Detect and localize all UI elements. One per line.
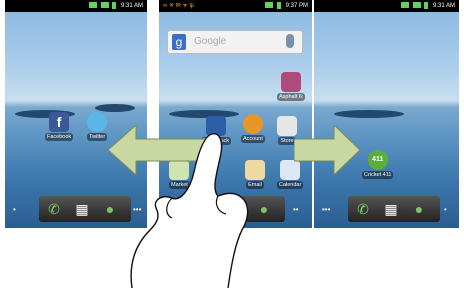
page-indicator: •• [293, 205, 299, 214]
asphalt-game-icon [281, 72, 302, 92]
google-search-widget[interactable]: g Google [167, 30, 303, 54]
app-label: Asphalt 6: [277, 93, 306, 101]
microphone-icon[interactable] [286, 34, 294, 48]
wifi-icon [88, 2, 97, 9]
browser-globe-icon[interactable]: ● [101, 200, 119, 218]
search-placeholder: Google [194, 36, 227, 47]
status-time: 9:31 AM [120, 3, 143, 9]
battery-icon [276, 1, 281, 9]
island-shape [95, 104, 135, 112]
phone-icon[interactable]: ✆ [45, 200, 63, 218]
facebook-icon: f [49, 112, 70, 132]
app-label: Facebook [45, 133, 74, 141]
wifi-icon [400, 2, 409, 9]
status-time: 9:37 PM [285, 3, 308, 9]
app-drawer-icon[interactable]: ▦ [382, 200, 400, 218]
page-indicator: • [444, 205, 447, 214]
app-label: Calendar [277, 181, 304, 189]
swiping-hand-illustration [130, 133, 249, 288]
signal-icon [100, 2, 109, 9]
cricket-411-app[interactable]: 411 Cricket 411 [362, 150, 394, 179]
signal-icon [265, 2, 274, 9]
status-bar: 9:31 AM [314, 0, 459, 12]
right-home-screen: 9:31 AM 411 Cricket 411 ••• ✆ ▦ ● • [314, 0, 459, 228]
phone-icon[interactable]: ✆ [354, 200, 372, 218]
status-time: 9:31 AM [432, 3, 455, 9]
twitter-app[interactable]: Twitter [87, 112, 108, 141]
swipe-right-arrow [294, 125, 360, 175]
cricket-411-icon: 411 [367, 150, 388, 170]
battery-icon [112, 1, 117, 9]
app-label: Cricket 411 [362, 171, 394, 179]
app-label: Twitter [87, 133, 108, 141]
page-indicator: ••• [322, 205, 331, 214]
facebook-app[interactable]: f Facebook [45, 112, 74, 141]
twitter-bird-icon [87, 112, 108, 132]
signal-icon [412, 2, 421, 9]
status-bar: ∞ ✕ ✉ ᯤ ψ 9:37 PM [159, 0, 312, 12]
app-drawer-icon[interactable]: ▦ [73, 200, 91, 218]
page-indicator: • [13, 205, 16, 214]
island-shape [334, 110, 404, 118]
app-label: Store [278, 137, 296, 145]
google-g-icon: g [172, 34, 186, 50]
browser-globe-icon[interactable]: ● [410, 200, 428, 218]
asphalt-app[interactable]: Asphalt 6: [277, 72, 306, 101]
battery-icon [424, 1, 429, 9]
notification-icons: ∞ ✕ ✉ ᯤ ψ [163, 3, 194, 9]
status-bar: 9:31 AM [5, 0, 147, 12]
